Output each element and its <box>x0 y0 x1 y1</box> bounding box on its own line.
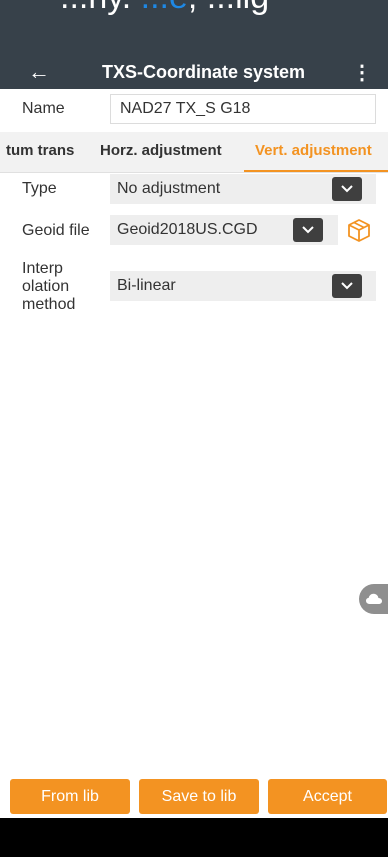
interpolation-label-line: Interp <box>22 260 63 277</box>
name-input[interactable]: NAD27 TX_S G18 <box>110 94 376 124</box>
status-bar: ...ny. ...e; ...lig <box>0 0 388 55</box>
status-bar-text: ...ny. ...e; ...lig <box>60 0 269 17</box>
interpolation-label-line: method <box>22 296 76 313</box>
accept-button[interactable]: Accept <box>268 779 387 814</box>
type-label: Type <box>22 180 57 197</box>
tab-datum-trans[interactable]: tum trans <box>6 132 74 172</box>
geoid-file-label: Geoid file <box>22 222 90 239</box>
interpolation-method-label: Interp olation method <box>22 260 75 314</box>
chevron-down-icon[interactable] <box>332 274 362 298</box>
interpolation-method-value: Bi-linear <box>117 277 176 294</box>
geoid-file-select[interactable]: Geoid2018US.CGD <box>110 215 338 245</box>
save-to-lib-button[interactable]: Save to lib <box>139 779 259 814</box>
arrow-left-icon[interactable]: ← <box>28 57 50 87</box>
chevron-down-icon[interactable] <box>293 218 323 242</box>
page-title: TXS-Coordinate system <box>102 62 306 82</box>
geoid-file-value: Geoid2018US.CGD <box>117 221 258 238</box>
app-bar: ← TXS-Coordinate system ⋮ <box>0 55 388 89</box>
tab-bar: tum trans Horz. adjustment Vert. adjustm… <box>0 132 388 173</box>
type-select[interactable]: No adjustment <box>110 174 376 204</box>
tab-horz-adjustment[interactable]: Horz. adjustment <box>100 132 222 172</box>
cloud-icon[interactable] <box>359 584 388 614</box>
tab-vert-adjustment[interactable]: Vert. adjustment <box>244 132 388 172</box>
from-lib-button[interactable]: From lib <box>10 779 130 814</box>
system-nav-bar <box>0 818 388 857</box>
interpolation-label-line: olation <box>22 278 70 295</box>
package-icon[interactable] <box>346 217 372 243</box>
interpolation-method-select[interactable]: Bi-linear <box>110 271 376 301</box>
name-label: Name <box>22 100 65 117</box>
type-select-value: No adjustment <box>117 180 221 197</box>
more-vert-icon[interactable]: ⋮ <box>352 57 372 87</box>
chevron-down-icon[interactable] <box>332 177 362 201</box>
